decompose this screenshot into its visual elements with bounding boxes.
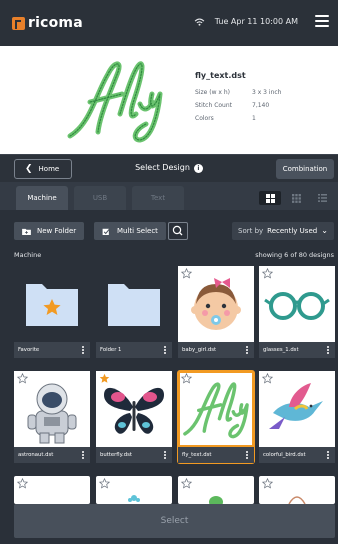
folder-folder-1[interactable]: Folder 1 <box>96 266 172 358</box>
colors-row: Colors 1 <box>195 115 256 122</box>
hamburger-menu-icon[interactable] <box>315 15 329 28</box>
design-card[interactable]: colorful_bird.dst <box>259 371 335 463</box>
design-card[interactable] <box>96 476 172 504</box>
card-label: glasses_1.dst <box>259 342 335 358</box>
location-label: Machine <box>14 251 42 259</box>
design-card[interactable]: astronaut.dst <box>14 371 90 463</box>
star-outline-icon[interactable] <box>17 373 28 384</box>
design-preview-image <box>67 61 163 143</box>
design-card[interactable] <box>14 476 90 504</box>
ricoma-logo: ricoma <box>12 15 83 31</box>
favorite-folder-icon <box>26 284 78 326</box>
folder-favorite[interactable]: Favorite <box>14 266 90 358</box>
multi-select-button[interactable]: Multi Select <box>94 222 166 240</box>
card-label: fly_text.dst <box>178 447 254 463</box>
top-bar: ricoma Tue Apr 11 10:00 AM <box>0 0 338 46</box>
more-options-icon[interactable] <box>327 451 329 459</box>
combination-button[interactable]: Combination <box>276 159 334 179</box>
stitch-count-row: Stitch Count 7,140 <box>195 102 270 109</box>
search-icon <box>172 225 183 236</box>
sort-dropdown[interactable]: Sort by Recently Used ⌄ <box>232 222 334 240</box>
star-outline-icon[interactable] <box>17 478 28 489</box>
star-outline-icon[interactable] <box>181 268 192 279</box>
design-card[interactable] <box>178 476 254 504</box>
design-card[interactable]: baby_girl.dst <box>178 266 254 358</box>
tab-text[interactable]: Text <box>132 186 184 210</box>
grid-small-view-icon[interactable] <box>285 191 307 205</box>
chevron-down-icon: ⌄ <box>321 226 328 235</box>
folder-icon <box>108 284 160 326</box>
card-label: colorful_bird.dst <box>259 447 335 463</box>
card-label: baby_girl.dst <box>178 342 254 358</box>
more-options-icon[interactable] <box>82 451 84 459</box>
star-outline-icon[interactable] <box>262 373 273 384</box>
design-card[interactable]: glasses_1.dst <box>259 266 335 358</box>
design-card[interactable] <box>259 476 335 504</box>
multi-select-icon <box>102 227 110 235</box>
search-button[interactable] <box>168 222 188 240</box>
card-label: astronaut.dst <box>14 447 90 463</box>
new-folder-button[interactable]: New Folder <box>14 222 85 240</box>
new-folder-icon <box>22 228 31 235</box>
star-outline-icon[interactable] <box>262 268 273 279</box>
star-outline-icon[interactable] <box>181 478 192 489</box>
more-options-icon[interactable] <box>327 346 329 354</box>
design-card-selected[interactable]: fly_text.dst <box>178 371 254 463</box>
wifi-icon <box>194 18 205 26</box>
list-view-icon[interactable] <box>311 191 333 205</box>
grid-large-view-icon[interactable] <box>259 191 281 205</box>
more-options-icon[interactable] <box>246 346 248 354</box>
card-label: Folder 1 <box>96 342 172 358</box>
title-bar: ❮ Home Select Design i Combination <box>0 154 338 182</box>
design-toolbar: New Folder Multi Select Sort by Recently … <box>0 210 338 250</box>
card-label: Favorite <box>14 342 90 358</box>
source-tab-bar: Machine USB Text <box>0 182 338 210</box>
more-options-icon[interactable] <box>82 346 84 354</box>
logo-text: ricoma <box>28 15 83 31</box>
star-outline-icon[interactable] <box>262 478 273 489</box>
status-area: Tue Apr 11 10:00 AM <box>194 17 298 26</box>
star-outline-icon[interactable] <box>99 478 110 489</box>
select-button[interactable]: Select <box>14 504 335 538</box>
design-preview-panel: fly_text.dst Size (w x h) 3 x 3 inch Stit… <box>0 46 338 154</box>
size-row: Size (w x h) 3 x 3 inch <box>195 89 282 96</box>
more-options-icon[interactable] <box>164 451 166 459</box>
design-card[interactable]: butterfly.dst <box>96 371 172 463</box>
ricoma-logo-icon <box>12 16 25 30</box>
preview-file-name: fly_text.dst <box>195 71 246 80</box>
more-options-icon[interactable] <box>164 346 166 354</box>
datetime: Tue Apr 11 10:00 AM <box>214 17 298 26</box>
info-icon[interactable]: i <box>193 164 203 173</box>
folder-thumb <box>96 266 172 342</box>
card-label: butterfly.dst <box>96 447 172 463</box>
folder-thumb <box>14 266 90 342</box>
design-count: showing 6 of 80 designs <box>255 251 334 259</box>
more-options-icon[interactable] <box>246 451 248 459</box>
tab-usb[interactable]: USB <box>74 186 126 210</box>
tab-machine[interactable]: Machine <box>16 186 68 210</box>
star-filled-icon[interactable] <box>99 373 110 384</box>
star-outline-icon[interactable] <box>181 373 192 384</box>
